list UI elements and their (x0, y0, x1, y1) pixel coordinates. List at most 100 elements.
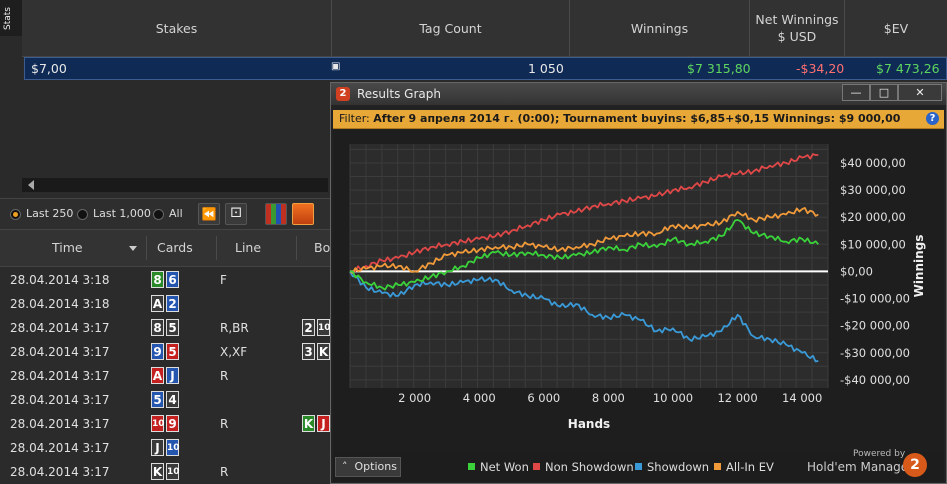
graph-view-icon[interactable] (292, 203, 314, 225)
x-tick-label: 14 000 (782, 391, 822, 405)
radio-label-last-250: Last 250 (26, 207, 74, 220)
radio-last-250[interactable] (10, 209, 21, 220)
hand-line: R (220, 417, 229, 431)
y-tick-label: $30 000,00 (840, 183, 906, 197)
table-row[interactable]: 28.04.2014 3:17 10 9 R K J (0, 412, 330, 436)
legend-label: All-In EV (726, 460, 774, 474)
minimize-button[interactable]: — (842, 84, 870, 101)
stats-table-header: Stakes Tag Count Winnings Net Winnings $… (22, 0, 947, 57)
legend-net-won[interactable]: Net Won (468, 460, 529, 474)
hand-line: R (220, 465, 229, 479)
close-button[interactable]: ✕ (898, 84, 942, 101)
legend-label: Non Showdown (545, 460, 634, 474)
hand-line: R (220, 369, 229, 383)
hole-card: 6 (166, 271, 179, 288)
horizontal-scrollbar[interactable] (22, 178, 328, 192)
column-header-line[interactable]: Line (235, 230, 261, 266)
y-tick-label: $10 000,00 (840, 237, 906, 251)
board-card: K (302, 415, 315, 432)
tag-count-value: 1 050 (528, 61, 564, 76)
powered-by-label: Powered by (853, 449, 906, 459)
legend-non-showdown[interactable]: Non Showdown (533, 460, 634, 474)
table-row[interactable]: 28.04.2014 3:17 5 4 (0, 388, 330, 412)
stats-row[interactable]: $7,00 ▣ 1 050 $7 315,80 -$34,20 $7 473,2… (24, 57, 947, 80)
column-header-tag-count[interactable]: Tag Count (332, 0, 570, 56)
legend-all-in-ev[interactable]: All-In EV (714, 460, 774, 474)
y-tick-label: $40 000,00 (840, 156, 906, 170)
x-tick-label: 4 000 (463, 391, 496, 405)
hole-card: 5 (166, 343, 179, 360)
x-tick-label: 6 000 (527, 391, 560, 405)
y-tick-label: -$40 000,00 (840, 373, 910, 387)
column-divider (296, 236, 297, 260)
y-axis-label: Winnings (912, 235, 926, 298)
hand-line: R,BR (220, 321, 249, 335)
column-header-cards[interactable]: Cards (157, 230, 193, 266)
options-label: Options (354, 460, 397, 473)
stats-tab[interactable]: Stats (0, 0, 23, 36)
hole-card: J (166, 367, 179, 384)
hole-card: K (151, 463, 164, 480)
column-header-board[interactable]: Bo (314, 230, 330, 266)
table-row[interactable]: 28.04.2014 3:17 8 5 R,BR 2 10 (0, 316, 331, 340)
sort-desc-icon[interactable] (129, 246, 137, 251)
hole-card: 9 (166, 415, 179, 432)
help-icon[interactable]: ? (926, 112, 939, 125)
table-row[interactable]: 28.04.2014 3:18 A 2 (0, 292, 330, 316)
ev-value: $7 473,26 (876, 61, 940, 76)
hole-card: 5 (166, 319, 179, 336)
results-chart: $40 000,00 $30 000,00 $20 000,00 $10 000,00… (333, 130, 944, 452)
stakes-value: $7,00 (31, 61, 67, 76)
x-tick-label: 12 000 (717, 391, 757, 405)
grid-view-icon[interactable] (265, 203, 287, 225)
table-row[interactable]: 28.04.2014 3:18 8 6 F (0, 268, 330, 292)
brand-label: Hold'em Manager (807, 460, 914, 474)
hands-table-header: Time Cards Line Bo (0, 230, 330, 267)
scroll-left-icon[interactable] (28, 180, 34, 190)
hand-time: 28.04.2014 3:18 (10, 273, 110, 287)
hole-card: A (151, 295, 164, 312)
hole-card: 8 (151, 319, 164, 336)
maximize-button[interactable]: □ (870, 84, 898, 101)
radio-last-1000[interactable] (77, 209, 88, 220)
y-tick-label: -$30 000,00 (840, 346, 910, 360)
filter-text: After 9 апреля 2014 г. (0:00); Tournamen… (373, 112, 901, 125)
hand-time: 28.04.2014 3:18 (10, 297, 110, 311)
column-header-stakes[interactable]: Stakes (22, 0, 332, 56)
options-button[interactable]: ˄ Options (335, 457, 401, 477)
y-tick-label: $0,00 (840, 264, 873, 278)
window-title: Results Graph (357, 87, 441, 101)
hole-card: 8 (151, 271, 164, 288)
radio-label-last-1000: Last 1,000 (93, 207, 151, 220)
hand-time: 28.04.2014 3:17 (10, 345, 110, 359)
column-header-time[interactable]: Time (52, 230, 83, 266)
hand-line: F (220, 273, 227, 287)
y-tick-label: -$20 000,00 (840, 319, 910, 333)
legend-label: Net Won (480, 460, 529, 474)
rewind-icon[interactable]: ⏪ (198, 203, 220, 225)
hole-card: A (151, 367, 164, 384)
hole-card: 10 (151, 415, 165, 432)
y-tick-label: $20 000,00 (840, 210, 906, 224)
replay-dice-icon[interactable]: ⚀ (225, 203, 247, 225)
hole-card: 10 (166, 439, 180, 456)
column-header-winnings[interactable]: Winnings (570, 0, 750, 56)
window-titlebar[interactable]: 2 Results Graph — □ ✕ (331, 83, 946, 105)
radio-label-all: All (169, 207, 183, 220)
radio-all[interactable] (153, 209, 164, 220)
legend-label: Showdown (647, 460, 710, 474)
legend-swatch (533, 463, 540, 470)
table-row[interactable]: 28.04.2014 3:17 A J R (0, 364, 330, 388)
app-logo-icon: 2 (336, 87, 350, 101)
legend-swatch (468, 463, 475, 470)
hole-card: 9 (151, 343, 164, 360)
legend-swatch (714, 463, 721, 470)
column-header-ev[interactable]: $EV (845, 0, 947, 56)
legend-showdown[interactable]: Showdown (635, 460, 709, 474)
hand-time: 28.04.2014 3:17 (10, 321, 110, 335)
table-row[interactable]: 28.04.2014 3:17 9 5 X,XF 3 K (0, 340, 330, 364)
table-row[interactable]: 28.04.2014 3:17 K 10 R (0, 460, 330, 484)
hole-card: J (151, 439, 164, 456)
column-header-net-winnings[interactable]: Net Winnings $ USD (750, 0, 845, 56)
table-row[interactable]: 28.04.2014 3:17 J 10 (0, 436, 330, 460)
